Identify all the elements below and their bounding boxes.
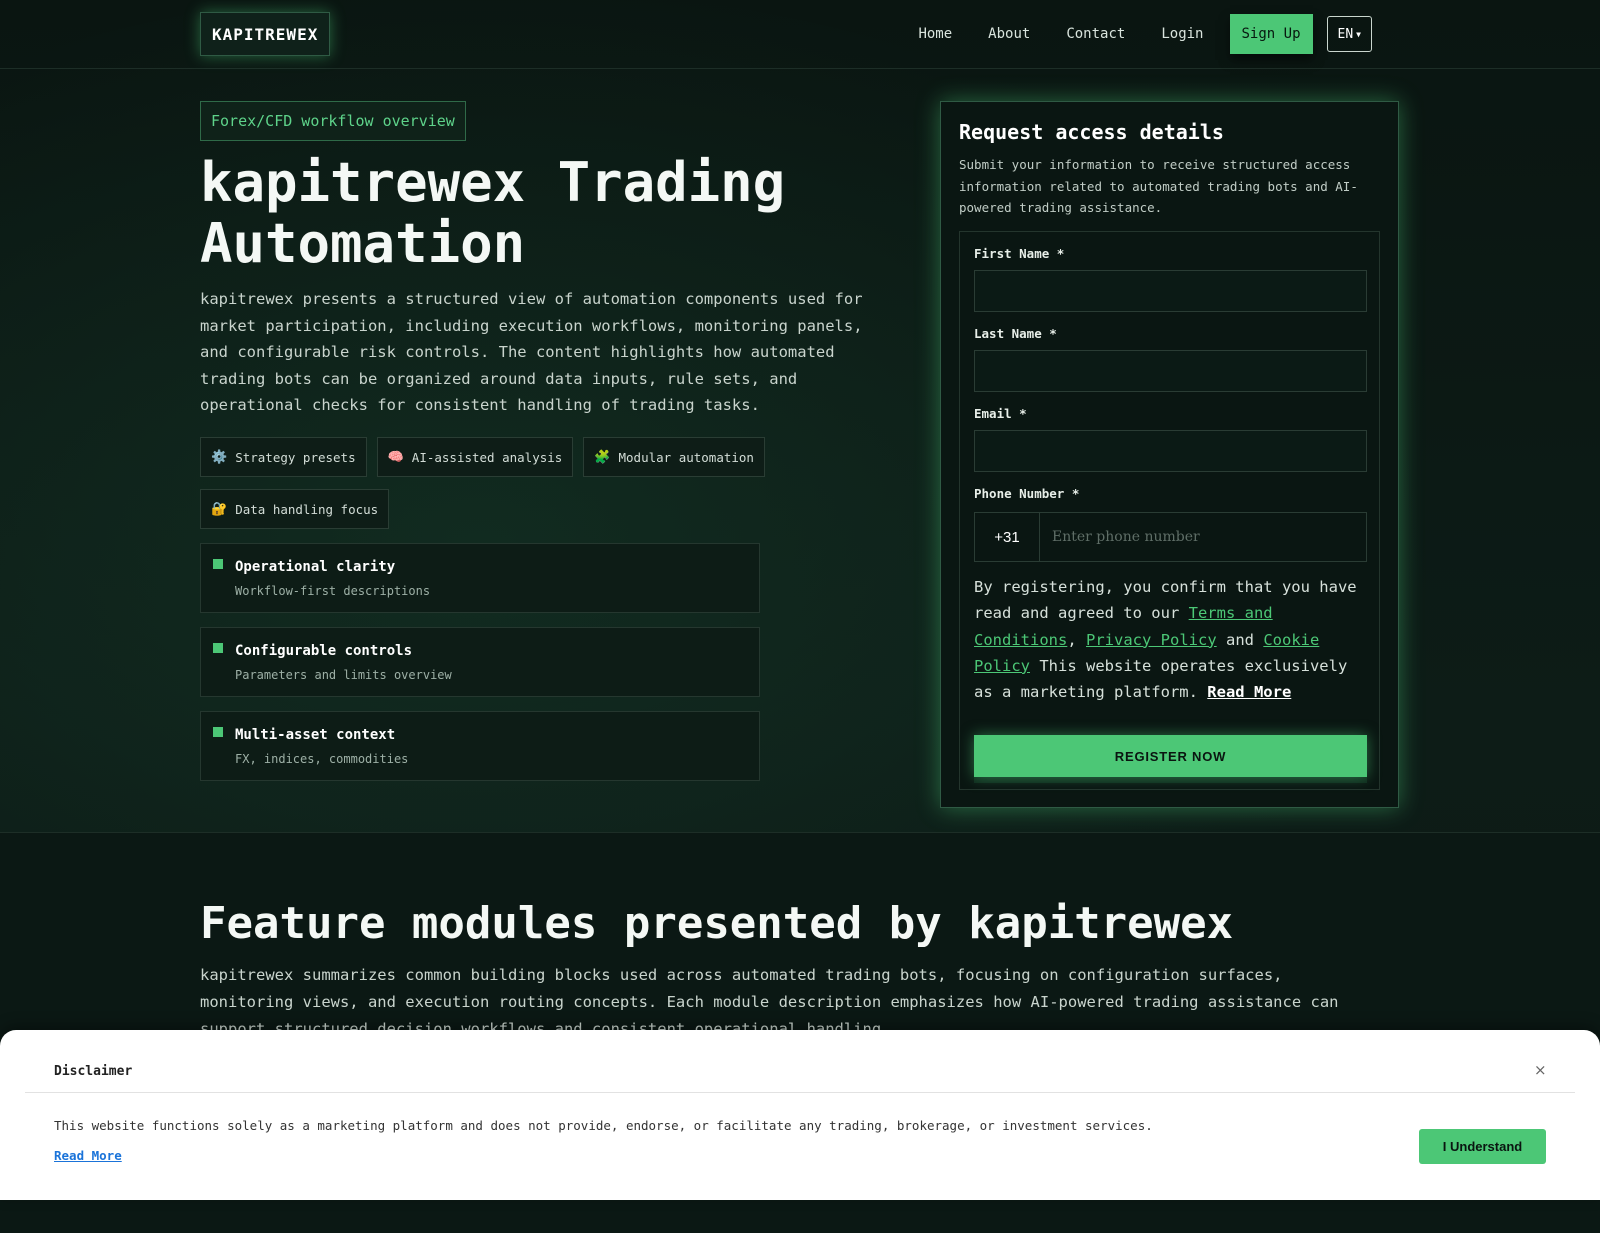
feature-card: Operational clarity Workflow-first descr… — [200, 543, 760, 613]
site-logo[interactable]: KAPITREWEX — [200, 12, 331, 56]
nav-contact-link[interactable]: Contact — [1066, 26, 1125, 42]
phone-field-group: +31 — [974, 512, 1367, 562]
chip-strategy-presets: ⚙️ Strategy presets — [200, 437, 367, 477]
main-nav: Home About Contact Login Sign Up EN ▼ — [882, 14, 1372, 54]
feature-subtitle: FX, indices, commodities — [235, 752, 409, 766]
email-field[interactable] — [974, 430, 1367, 472]
language-code: EN — [1337, 26, 1354, 42]
first-name-label: First Name * — [974, 246, 1065, 261]
form-title: Request access details — [959, 120, 1224, 144]
top-navigation-bar: KAPITREWEX Home About Contact Login Sign… — [0, 0, 1600, 69]
consent-and: and — [1216, 630, 1264, 649]
chip-label: Data handling focus — [235, 501, 379, 517]
chip-data-handling: 🔐 Data handling focus — [200, 489, 390, 529]
modules-title: Feature modules presented by kapitrewex — [200, 898, 1234, 949]
phone-country-code[interactable]: +31 — [975, 513, 1040, 561]
consent-text: By registering, you confirm that you hav… — [974, 574, 1374, 705]
registration-form: First Name * Last Name * Email * Phone N… — [959, 231, 1380, 790]
language-selector[interactable]: EN ▼ — [1326, 16, 1372, 52]
last-name-field[interactable] — [974, 350, 1367, 392]
gear-icon: ⚙️ — [211, 449, 228, 465]
consent-read-more-link[interactable]: Read More — [1207, 683, 1291, 701]
email-label: Email * — [974, 406, 1027, 421]
feature-subtitle: Parameters and limits overview — [235, 668, 452, 682]
feature-card: Configurable controls Parameters and lim… — [200, 627, 760, 697]
disclaimer-read-more-link[interactable]: Read More — [54, 1148, 122, 1163]
registration-card: Request access details Submit your infor… — [940, 101, 1399, 808]
i-understand-button[interactable]: I Understand — [1419, 1129, 1546, 1164]
last-name-label: Last Name * — [974, 326, 1057, 341]
square-bullet-icon — [213, 643, 223, 653]
feature-title: Configurable controls — [235, 643, 413, 659]
disclaimer-text: This website functions solely as a marke… — [54, 1118, 1153, 1133]
disclaimer-divider — [25, 1092, 1575, 1093]
consent-prefix: By registering, you confirm that you hav… — [974, 578, 1357, 623]
brain-icon: 🧠 — [387, 449, 404, 465]
feature-list: Operational clarity Workflow-first descr… — [200, 543, 760, 795]
hero-description: kapitrewex presents a structured view of… — [200, 290, 863, 414]
puzzle-icon: 🧩 — [594, 449, 611, 465]
hero-title: kapitrewex Trading Automation — [200, 151, 786, 275]
chip-label: Strategy presets — [235, 449, 356, 465]
nav-login-link[interactable]: Login — [1161, 26, 1203, 42]
chip-modular-automation: 🧩 Modular automation — [583, 437, 765, 477]
privacy-policy-link[interactable]: Privacy Policy — [1086, 631, 1217, 649]
feature-subtitle: Workflow-first descriptions — [235, 584, 431, 598]
first-name-field[interactable] — [974, 270, 1367, 312]
close-icon[interactable]: × — [1534, 1061, 1547, 1079]
consent-comma: , — [1067, 630, 1086, 649]
feature-card: Multi-asset context FX, indices, commodi… — [200, 711, 760, 781]
feature-chips: ⚙️ Strategy presets 🧠 AI-assisted analys… — [200, 437, 800, 541]
chip-label: Modular automation — [618, 449, 754, 465]
disclaimer-banner: Disclaimer × This website functions sole… — [0, 1030, 1600, 1200]
hero-tag: Forex/CFD workflow overview — [200, 101, 466, 141]
feature-title: Operational clarity — [235, 559, 396, 575]
chip-ai-analysis: 🧠 AI-assisted analysis — [376, 437, 574, 477]
phone-number-field[interactable] — [1040, 513, 1366, 561]
nav-about-link[interactable]: About — [988, 26, 1030, 42]
register-now-button[interactable]: REGISTER NOW — [974, 735, 1367, 777]
disclaimer-title: Disclaimer — [54, 1064, 133, 1079]
square-bullet-icon — [213, 559, 223, 569]
form-subtitle: Submit your information to receive struc… — [959, 157, 1358, 215]
square-bullet-icon — [213, 727, 223, 737]
feature-title: Multi-asset context — [235, 727, 396, 743]
signup-button[interactable]: Sign Up — [1229, 14, 1313, 54]
lock-icon: 🔐 — [211, 501, 228, 517]
chevron-down-icon: ▼ — [1356, 29, 1361, 39]
nav-home-link[interactable]: Home — [918, 26, 952, 42]
chip-label: AI-assisted analysis — [411, 449, 563, 465]
phone-label: Phone Number * — [974, 486, 1080, 501]
